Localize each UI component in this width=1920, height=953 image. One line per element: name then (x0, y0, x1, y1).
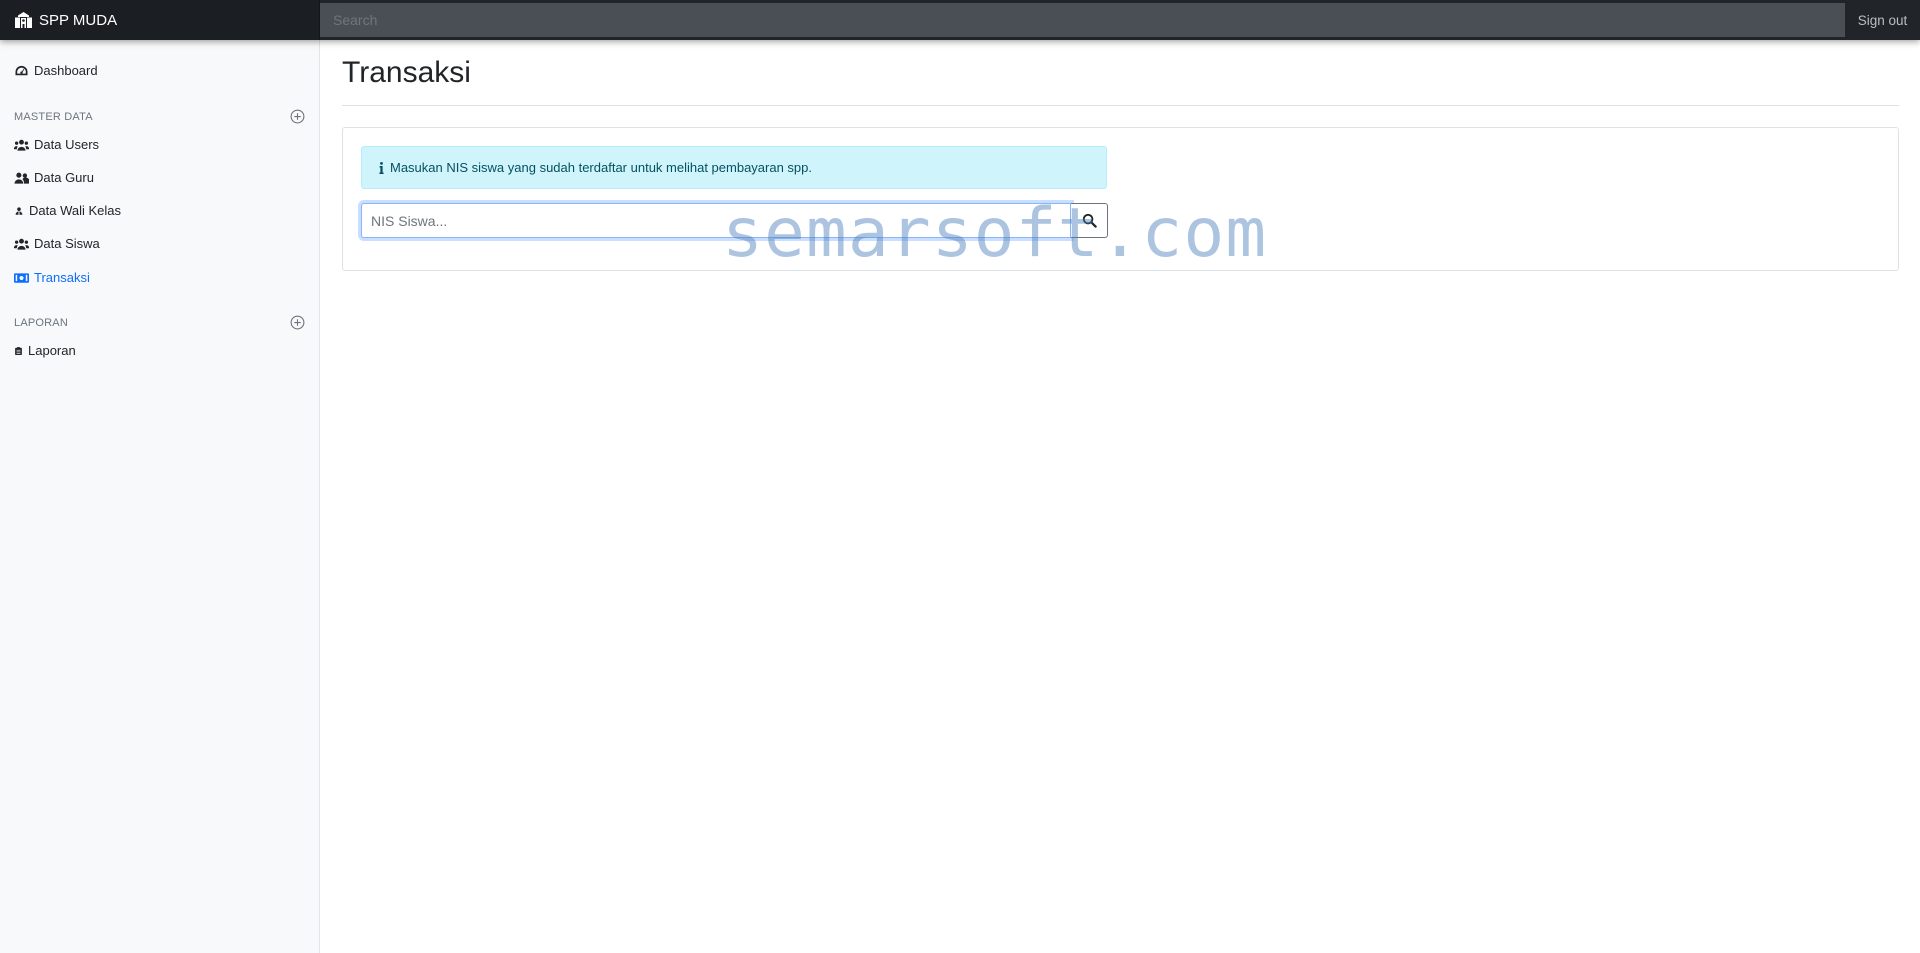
nis-input[interactable] (361, 203, 1071, 238)
sidebar-item-label: Laporan (28, 343, 76, 358)
search-icon (1082, 213, 1097, 228)
search-button[interactable] (1071, 203, 1108, 238)
info-alert: Masukan NIS siswa yang sudah terdaftar u… (361, 146, 1107, 189)
sidebar-item-dashboard[interactable]: Dashboard (14, 63, 98, 78)
title-divider (342, 105, 1899, 106)
section-heading-laporan: LAPORAN (14, 317, 68, 329)
sidebar-item-label: Data Wali Kelas (29, 203, 121, 218)
page-title: Transaksi (342, 56, 471, 89)
search-card: Masukan NIS siswa yang sudah terdaftar u… (342, 127, 1899, 271)
user-friends-icon (14, 172, 29, 184)
money-bill-icon (14, 272, 29, 283)
users-icon (14, 238, 29, 250)
school-icon (15, 12, 32, 28)
brand[interactable]: SPP MUDA (0, 0, 320, 40)
sidebar-item-transaksi[interactable]: Transaksi (14, 270, 90, 285)
sidebar-item-label: Dashboard (34, 63, 98, 78)
users-icon (14, 139, 29, 151)
section-heading-master-data: MASTER DATA (14, 111, 93, 123)
user-tie-icon (15, 206, 23, 215)
sidebar-item-label: Data Siswa (34, 236, 100, 251)
sidebar-item-laporan[interactable]: Laporan (14, 343, 76, 358)
sidebar: Dashboard MASTER DATA Data Users Data Gu… (0, 40, 320, 953)
info-icon (379, 161, 384, 174)
sidebar-item-data-guru[interactable]: Data Guru (14, 170, 94, 185)
alert-text: Masukan NIS siswa yang sudah terdaftar u… (390, 160, 813, 175)
plus-circle-icon[interactable] (290, 109, 305, 124)
sidebar-item-label: Data Guru (34, 170, 94, 185)
nis-search-group (361, 203, 1108, 238)
sidebar-item-label: Data Users (34, 137, 100, 152)
top-navbar: SPP MUDA Sign out (0, 0, 1920, 40)
search-input[interactable] (320, 3, 1845, 37)
gauge-icon (15, 65, 28, 75)
brand-name: SPP MUDA (39, 11, 118, 29)
sign-out-link[interactable]: Sign out (1845, 0, 1920, 40)
plus-circle-icon[interactable] (290, 315, 305, 330)
clipboard-icon (15, 346, 22, 355)
sidebar-item-data-wali-kelas[interactable]: Data Wali Kelas (14, 203, 121, 218)
sidebar-item-data-siswa[interactable]: Data Siswa (14, 236, 100, 251)
main-content: Transaksi Masukan NIS siswa yang sudah t… (321, 40, 1920, 953)
sidebar-item-label: Transaksi (34, 270, 90, 285)
sidebar-item-data-users[interactable]: Data Users (14, 137, 99, 152)
